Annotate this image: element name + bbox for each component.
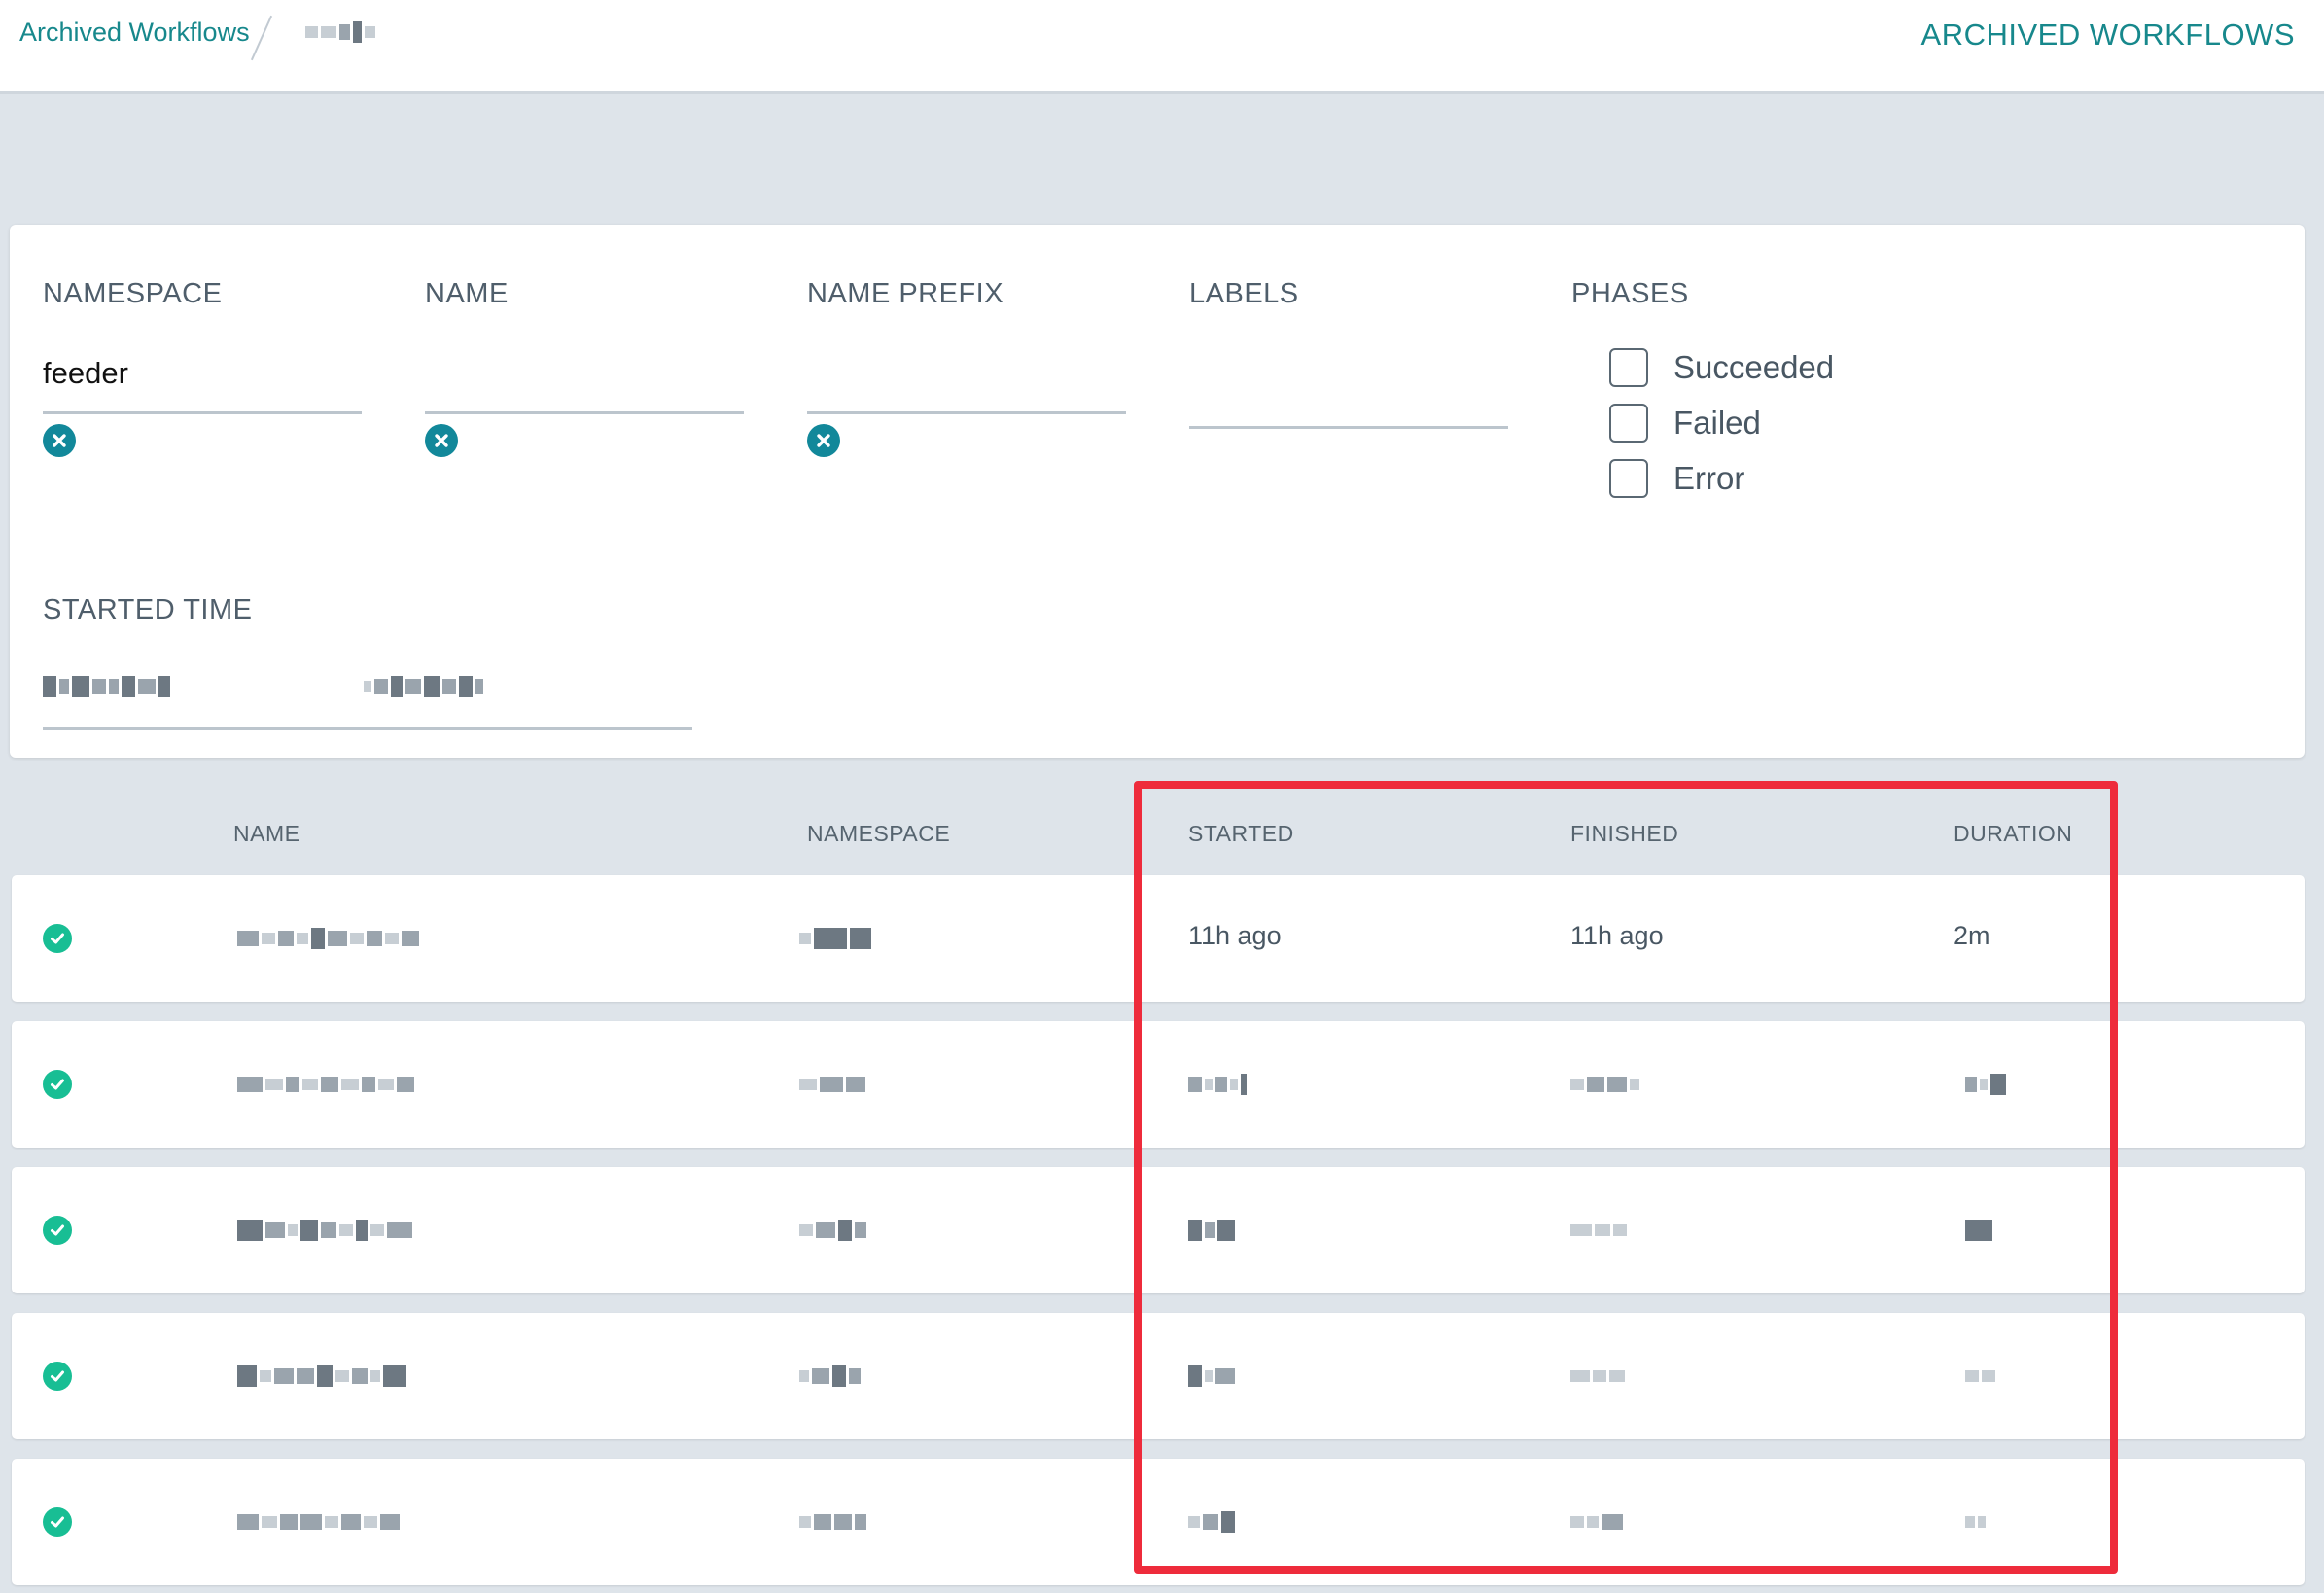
finished-cell-redacted bbox=[1570, 1072, 1639, 1097]
started-time-filter-label: STARTED TIME bbox=[43, 594, 253, 625]
started-time-to-input[interactable] bbox=[364, 674, 483, 699]
name-prefix-clear-button[interactable] bbox=[807, 424, 840, 457]
started-cell-redacted bbox=[1188, 1072, 1247, 1097]
started-time-input-underline bbox=[43, 727, 692, 730]
finished-cell-redacted bbox=[1570, 1218, 1627, 1243]
times-circle-icon bbox=[435, 434, 448, 447]
breadcrumb-archived-workflows-link[interactable]: Archived Workflows bbox=[19, 18, 250, 48]
times-circle-icon bbox=[817, 434, 830, 447]
phases-filter-label: PHASES bbox=[1571, 278, 1689, 309]
succeeded-checkbox[interactable] bbox=[1609, 348, 1648, 387]
duration-cell: 2m bbox=[1954, 921, 1990, 950]
name-prefix-input-underline bbox=[807, 411, 1126, 414]
workflow-row[interactable] bbox=[12, 1459, 2305, 1585]
column-header-duration: DURATION bbox=[1954, 821, 2073, 846]
column-header-name: NAME bbox=[233, 821, 300, 846]
finished-cell-redacted bbox=[1570, 1509, 1623, 1535]
name-input-underline bbox=[425, 411, 744, 414]
check-circle-icon bbox=[43, 1070, 72, 1099]
labels-input-underline bbox=[1189, 426, 1508, 429]
workflow-row[interactable] bbox=[12, 1167, 2305, 1293]
check-circle-icon bbox=[43, 1362, 72, 1391]
breadcrumb-current-redacted bbox=[305, 19, 375, 45]
check-circle-icon bbox=[43, 924, 72, 953]
top-bar: Archived Workflows ARCHIVED WORKFLOWS bbox=[0, 0, 2324, 94]
finished-cell: 11h ago bbox=[1570, 921, 1664, 950]
column-header-started: STARTED bbox=[1188, 821, 1294, 846]
started-cell-redacted bbox=[1188, 1509, 1235, 1535]
workflow-name-redacted[interactable] bbox=[237, 926, 419, 951]
namespace-clear-button[interactable] bbox=[43, 424, 76, 457]
workflow-namespace-redacted bbox=[799, 1218, 866, 1243]
started-cell-redacted bbox=[1188, 1218, 1235, 1243]
workflow-name-redacted[interactable] bbox=[237, 1218, 412, 1243]
namespace-input-underline bbox=[43, 411, 362, 414]
failed-checkbox-label: Failed bbox=[1673, 405, 1761, 441]
phase-option-succeeded[interactable]: Succeeded bbox=[1609, 348, 1834, 387]
name-clear-button[interactable] bbox=[425, 424, 458, 457]
workflow-row[interactable] bbox=[12, 1021, 2305, 1148]
column-header-finished: FINISHED bbox=[1570, 821, 1679, 846]
column-header-namespace: NAMESPACE bbox=[807, 821, 951, 846]
workflow-namespace-redacted bbox=[799, 926, 871, 951]
finished-cell-redacted bbox=[1570, 1363, 1625, 1389]
workflow-name-redacted[interactable] bbox=[237, 1363, 406, 1389]
duration-cell-redacted bbox=[1965, 1072, 2006, 1097]
times-circle-icon bbox=[53, 434, 66, 447]
workflow-row[interactable]: 11h ago 11h ago 2m bbox=[12, 875, 2305, 1002]
workflow-row[interactable] bbox=[12, 1313, 2305, 1439]
duration-cell-redacted bbox=[1965, 1363, 1995, 1389]
workflow-namespace-redacted bbox=[799, 1363, 861, 1389]
breadcrumb-separator bbox=[250, 15, 273, 61]
check-circle-icon bbox=[43, 1216, 72, 1245]
namespace-input[interactable]: feeder bbox=[43, 356, 128, 391]
workflow-namespace-redacted bbox=[799, 1072, 865, 1097]
workflow-name-redacted[interactable] bbox=[237, 1509, 400, 1535]
check-circle-icon bbox=[43, 1507, 72, 1537]
namespace-filter-label: NAMESPACE bbox=[43, 278, 223, 309]
started-cell-redacted bbox=[1188, 1363, 1235, 1389]
started-time-from-input[interactable] bbox=[43, 674, 170, 699]
phase-option-failed[interactable]: Failed bbox=[1609, 404, 1761, 442]
duration-cell-redacted bbox=[1965, 1218, 1992, 1243]
succeeded-checkbox-label: Succeeded bbox=[1673, 349, 1835, 385]
name-prefix-filter-label: NAME PREFIX bbox=[807, 278, 1004, 309]
phase-option-error[interactable]: Error bbox=[1609, 459, 1744, 498]
page-title: ARCHIVED WORKFLOWS bbox=[1920, 18, 2295, 52]
workflow-name-redacted[interactable] bbox=[237, 1072, 414, 1097]
workflow-namespace-redacted bbox=[799, 1509, 866, 1535]
labels-filter-label: LABELS bbox=[1189, 278, 1299, 309]
filter-panel: NAMESPACE feeder NAME NAME PREFIX LABELS… bbox=[10, 225, 2305, 758]
failed-checkbox[interactable] bbox=[1609, 404, 1648, 442]
error-checkbox-label: Error bbox=[1673, 460, 1745, 496]
started-cell: 11h ago bbox=[1188, 921, 1282, 950]
duration-cell-redacted bbox=[1965, 1509, 1986, 1535]
error-checkbox[interactable] bbox=[1609, 459, 1648, 498]
name-filter-label: NAME bbox=[425, 278, 509, 309]
